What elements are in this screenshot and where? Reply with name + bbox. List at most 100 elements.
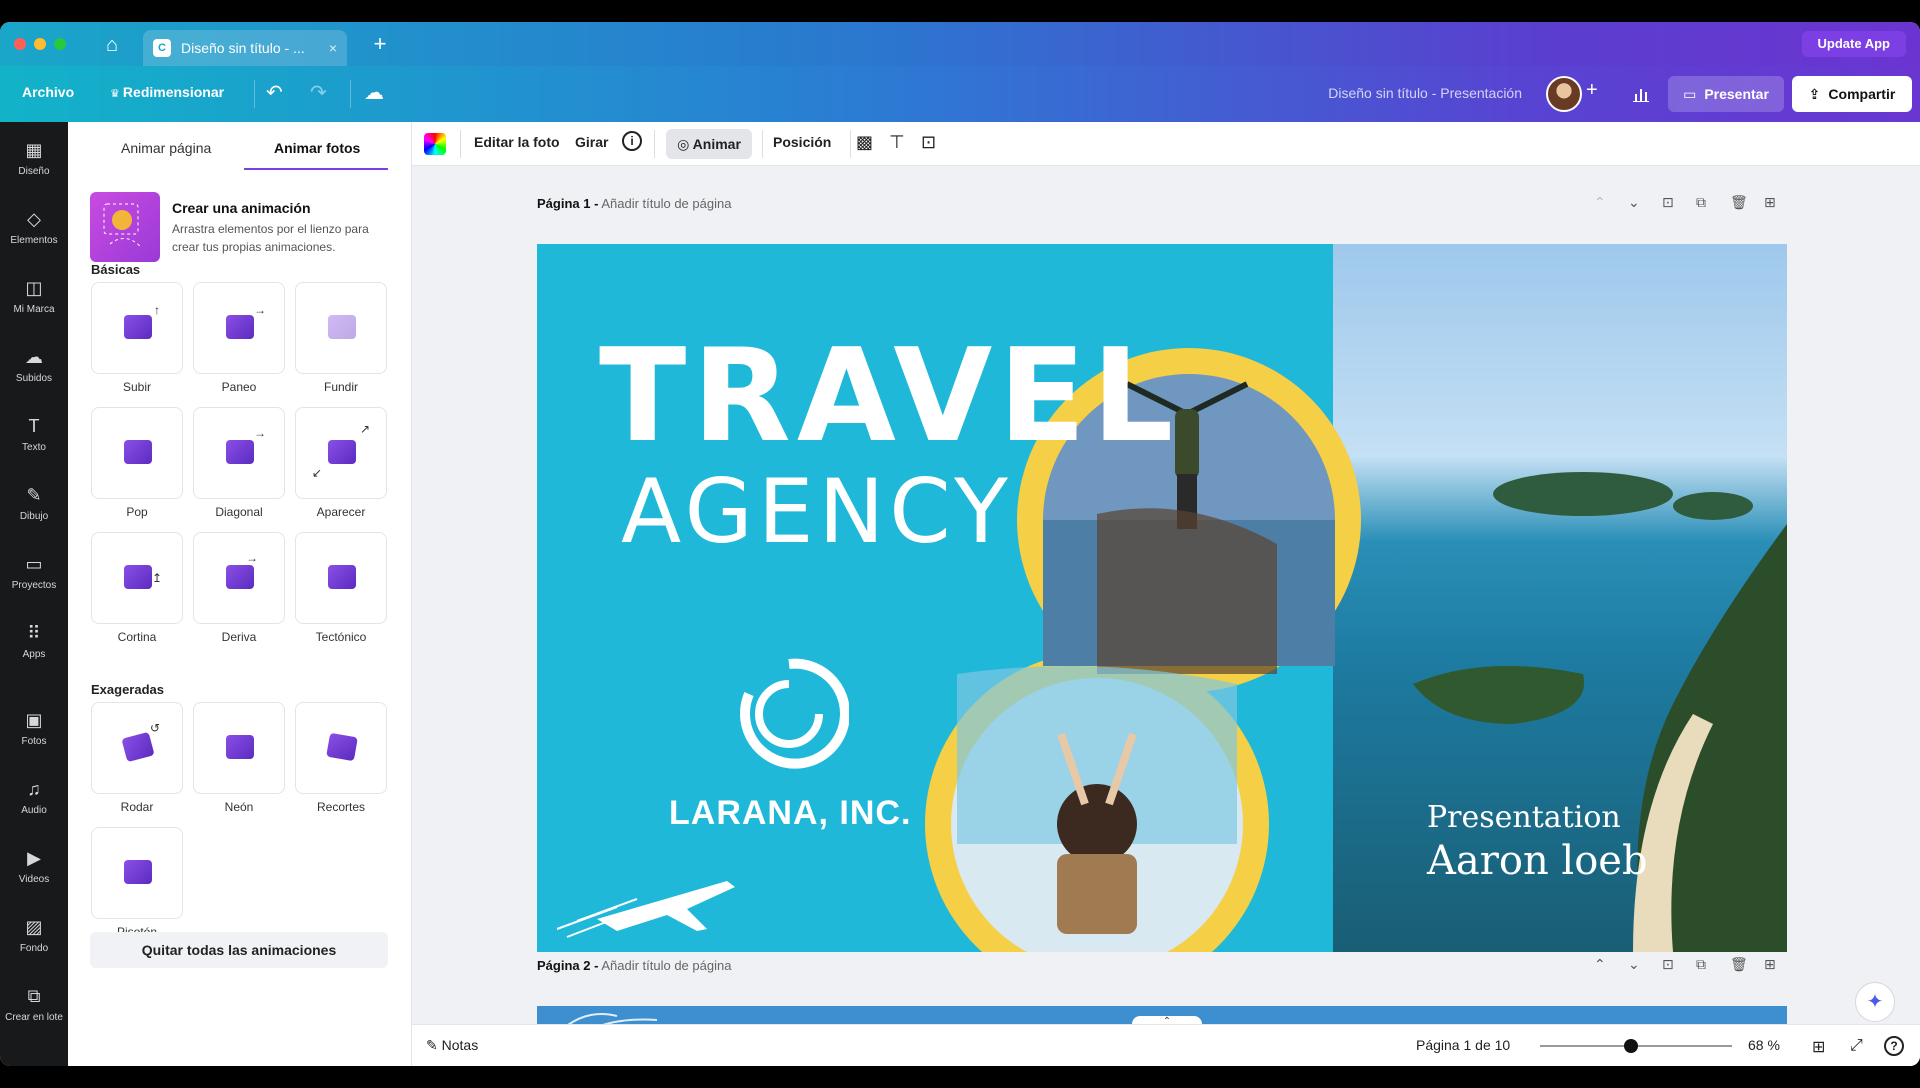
- rail-label: Apps: [22, 649, 46, 660]
- archivo-menu[interactable]: Archivo: [22, 84, 74, 100]
- draw-icon: ✎: [26, 485, 42, 505]
- slide-title[interactable]: TRAVEL: [599, 322, 1179, 471]
- rail-item-fondo[interactable]: ▨ Fondo: [0, 911, 68, 971]
- move-page-up-icon[interactable]: ⌃: [1594, 194, 1606, 211]
- page-counter[interactable]: Página 1 de 10: [1416, 1037, 1510, 1053]
- arrow-diagonal-icon: ↗: [360, 422, 371, 436]
- cloud-save-icon[interactable]: ☁: [364, 80, 384, 105]
- info-icon[interactable]: i: [622, 131, 642, 151]
- create-animation-title[interactable]: Crear una animación: [172, 200, 311, 216]
- rail-item-crear-en-lote[interactable]: ⧉ Crear en lote: [0, 980, 68, 1040]
- present-button[interactable]: ▭ Presentar: [1668, 76, 1784, 112]
- zoom-level[interactable]: 68 %: [1748, 1037, 1780, 1053]
- new-tab-button[interactable]: +: [366, 30, 394, 58]
- page-1-label[interactable]: Página 1 - Añadir título de página: [537, 196, 731, 211]
- presentation-label[interactable]: Presentation: [1427, 800, 1621, 835]
- lock-page-icon[interactable]: ⊡: [1662, 194, 1674, 211]
- anim-card-neon[interactable]: [193, 702, 285, 794]
- delete-page-icon[interactable]: 🗑: [1730, 956, 1748, 973]
- fullscreen-icon[interactable]: ⤢: [1850, 1037, 1863, 1055]
- animate-label: Animar: [692, 136, 741, 152]
- transparency-icon[interactable]: ▩: [856, 132, 873, 153]
- presenter-name[interactable]: Aaron loeb: [1427, 838, 1648, 884]
- move-page-down-icon[interactable]: ⌄: [1628, 956, 1640, 973]
- anim-label: Rodar: [120, 800, 154, 814]
- airplane-icon[interactable]: [557, 859, 737, 939]
- anim-card-aparecer[interactable]: ↗ ↙: [295, 407, 387, 499]
- anim-card-recortes[interactable]: [295, 702, 387, 794]
- document-title[interactable]: Diseño sin título - Presentación: [1328, 85, 1522, 101]
- company-logo-icon[interactable]: [729, 654, 849, 774]
- animate-button[interactable]: ◎ Animar: [666, 129, 752, 159]
- home-icon[interactable]: ⌂: [98, 32, 126, 58]
- rail-item-videos[interactable]: ▶ Videos: [0, 842, 68, 902]
- delete-page-icon[interactable]: 🗑: [1730, 194, 1748, 211]
- rail-label: Videos: [18, 874, 50, 885]
- help-icon[interactable]: ?: [1884, 1036, 1904, 1056]
- anim-card-fundir[interactable]: [295, 282, 387, 374]
- tab-document[interactable]: C Diseño sin título - ... ×: [143, 30, 347, 66]
- lock-page-icon[interactable]: ⊡: [1662, 956, 1674, 973]
- add-page-icon[interactable]: ⊞: [1764, 194, 1776, 211]
- rail-item-apps[interactable]: ⠿ Apps: [0, 617, 68, 677]
- grid-view-icon[interactable]: ⊞: [1812, 1037, 1825, 1057]
- move-page-down-icon[interactable]: ⌄: [1628, 194, 1640, 211]
- move-page-up-icon[interactable]: ⌃: [1594, 956, 1606, 973]
- edit-photo-button[interactable]: Editar la foto: [474, 134, 560, 150]
- rail-item-texto[interactable]: T Texto: [0, 410, 68, 470]
- create-animation-thumbnail[interactable]: [90, 192, 160, 262]
- update-app-button[interactable]: Update App: [1801, 31, 1906, 57]
- rail-item-subidos[interactable]: ☁ Subidos: [0, 341, 68, 401]
- bottom-bar: ✎ Notas Página 1 de 10 68 % ⊞ ⤢ ?: [412, 1024, 1920, 1066]
- tab-close-icon[interactable]: ×: [329, 40, 337, 56]
- anim-card-paneo[interactable]: →: [193, 282, 285, 374]
- tab-animar-fotos[interactable]: Animar fotos: [274, 140, 360, 156]
- anim-card-pisoton[interactable]: [91, 827, 183, 919]
- anim-card-deriva[interactable]: →: [193, 532, 285, 624]
- zoom-window-button[interactable]: [54, 38, 66, 50]
- rail-item-diseno[interactable]: ▦ Diseño: [0, 134, 68, 194]
- anim-card-subir[interactable]: ↑: [91, 282, 183, 374]
- slide-canvas[interactable]: TRAVEL AGENCY LARANA, INC. Presentation …: [537, 244, 1787, 952]
- rail-item-mi-marca[interactable]: ◫ Mi Marca: [0, 272, 68, 332]
- lock-icon[interactable]: ⊡: [921, 132, 936, 153]
- anim-card-cortina[interactable]: ↥: [91, 532, 183, 624]
- context-toolbar: Editar la foto Girar i ◎ Animar Posición…: [412, 122, 1920, 166]
- rotate-button[interactable]: Girar: [575, 134, 608, 150]
- remove-all-animations-button[interactable]: Quitar todas las animaciones: [90, 932, 388, 968]
- resize-button[interactable]: ♛ Redimensionar: [110, 84, 224, 100]
- duplicate-page-icon[interactable]: ⧉: [1696, 194, 1706, 211]
- anim-label: Pop: [126, 505, 148, 519]
- duplicate-page-icon[interactable]: ⧉: [1696, 956, 1706, 973]
- undo-icon[interactable]: ↶: [266, 80, 283, 105]
- tab-animar-pagina[interactable]: Animar página: [121, 140, 211, 156]
- position-button[interactable]: Posición: [773, 134, 831, 150]
- share-button[interactable]: ⇪ Compartir: [1792, 76, 1912, 112]
- anim-card-rodar[interactable]: ↺: [91, 702, 183, 794]
- page-title-placeholder: Añadir título de página: [601, 196, 732, 211]
- avatar[interactable]: [1546, 76, 1582, 112]
- insights-chart-icon[interactable]: [1624, 76, 1658, 112]
- color-picker-icon[interactable]: [424, 133, 446, 155]
- minimize-window-button[interactable]: [34, 38, 46, 50]
- anim-card-tectonico[interactable]: [295, 532, 387, 624]
- zoom-slider-handle[interactable]: [1624, 1039, 1638, 1053]
- slide-subtitle[interactable]: AGENCY: [621, 460, 1013, 563]
- notes-button[interactable]: ✎ Notas: [426, 1037, 478, 1054]
- left-rail: ▦ Diseño ◇ Elementos ◫ Mi Marca ☁ Subidos TT…: [0, 122, 68, 1066]
- magic-assistant-icon[interactable]: ✦: [1855, 982, 1895, 1022]
- page-2-label[interactable]: Página 2 - Añadir título de página: [537, 958, 731, 973]
- rail-item-elementos[interactable]: ◇ Elementos: [0, 203, 68, 263]
- rail-item-fotos[interactable]: ▣ Fotos: [0, 704, 68, 764]
- redo-icon[interactable]: ↷: [310, 80, 327, 105]
- rail-item-audio[interactable]: ♫ Audio: [0, 773, 68, 833]
- add-collaborator-button[interactable]: +: [1586, 79, 1598, 102]
- close-window-button[interactable]: [14, 38, 26, 50]
- paint-format-icon[interactable]: ⊤: [889, 132, 905, 153]
- anim-card-diagonal[interactable]: →: [193, 407, 285, 499]
- add-page-icon[interactable]: ⊞: [1764, 956, 1776, 973]
- company-name[interactable]: LARANA, INC.: [669, 794, 911, 833]
- rail-item-proyectos[interactable]: ▭ Proyectos: [0, 548, 68, 608]
- rail-item-dibujo[interactable]: ✎ Dibujo: [0, 479, 68, 539]
- anim-card-pop[interactable]: [91, 407, 183, 499]
